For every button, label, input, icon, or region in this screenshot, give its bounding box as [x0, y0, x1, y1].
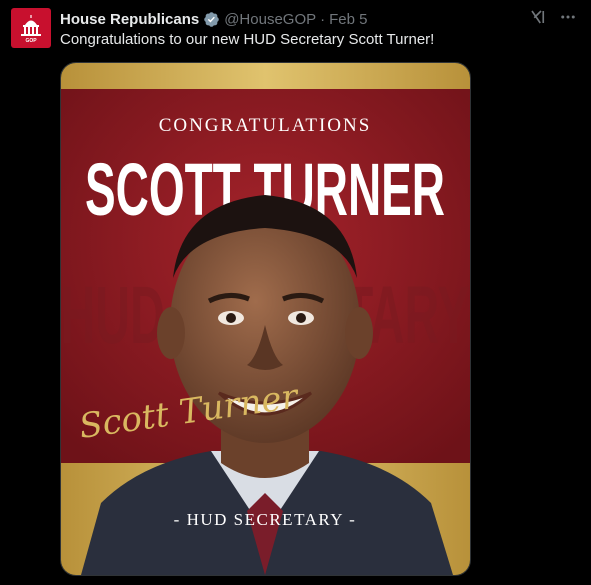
separator-dot: ·	[320, 10, 326, 28]
grok-icon[interactable]	[529, 8, 547, 26]
author-handle[interactable]: @HouseGOP	[224, 11, 316, 28]
capitol-logo-icon: GOP	[21, 15, 41, 44]
tweet-top-actions	[529, 8, 577, 26]
eyebrow-text: CONGRATULATIONS	[159, 115, 372, 136]
avatar[interactable]: GOP	[11, 8, 51, 48]
tweet-date[interactable]: Feb 5	[329, 11, 367, 28]
verified-badge-icon[interactable]	[203, 11, 220, 28]
author-name[interactable]: House Republicans	[60, 11, 199, 28]
tweet-text: Congratulations to our new HUD Secretary…	[60, 31, 435, 48]
svg-text:GOP: GOP	[25, 38, 37, 44]
tweet-image[interactable]: HUD SECRETARY CONGRATULATIONS SCOTT TURN…	[60, 62, 471, 576]
more-icon[interactable]	[559, 8, 577, 26]
tweet-header: House Republicans @HouseGOP · Feb 5	[60, 9, 368, 29]
caption-text: - HUD SECRETARY -	[174, 510, 357, 529]
